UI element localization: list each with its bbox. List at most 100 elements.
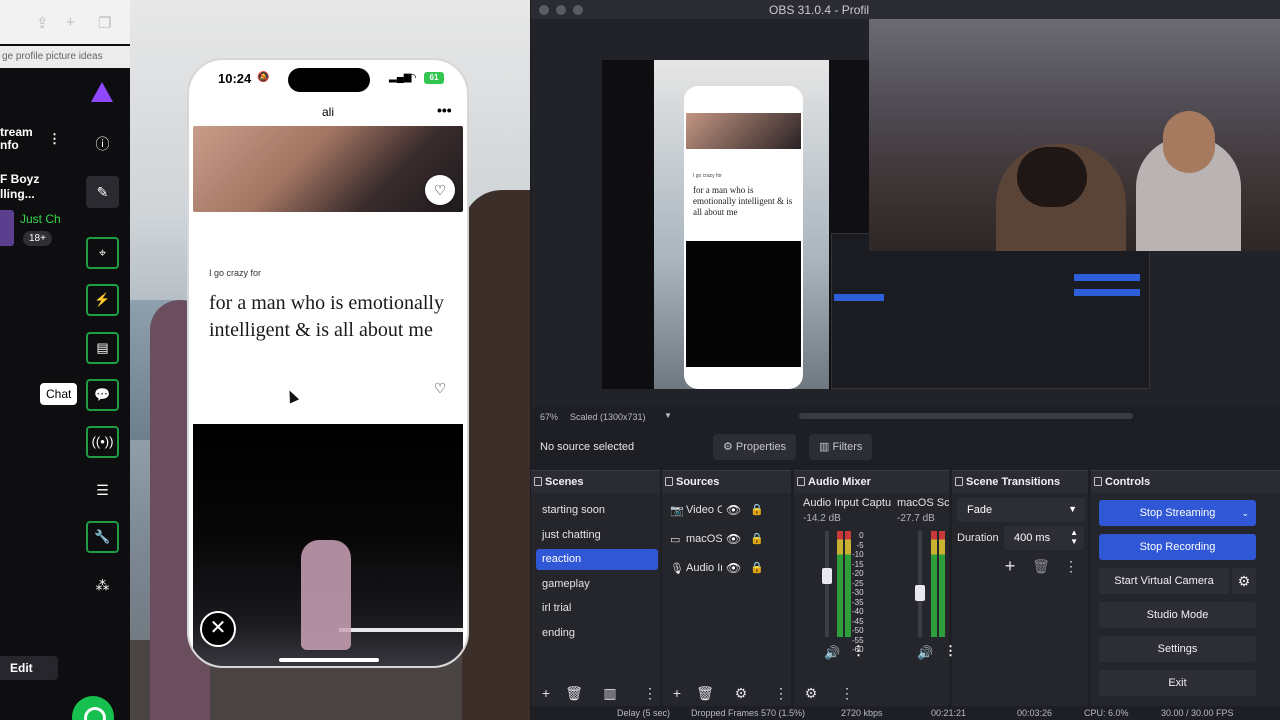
mixer-fader-knob[interactable] — [915, 585, 925, 602]
share-nodes-icon[interactable]: ⁂ — [86, 569, 119, 601]
obs-window: OBS 31.0.4 - Profil I go crazy for for a… — [531, 0, 1280, 720]
start-virtual-camera-button[interactable]: Start Virtual Camera — [1099, 568, 1229, 594]
headset-button[interactable] — [72, 696, 114, 720]
lightning-icon[interactable]: ⚡ — [86, 284, 119, 316]
browser-tab-title[interactable]: ge profile picture ideas — [0, 46, 130, 68]
speaker-icon[interactable]: 🔊 — [917, 645, 933, 661]
audio-mixer-dock: Audio Mixer Audio Input Captu -14.2 dB 0… — [794, 470, 957, 706]
share-icon[interactable]: ⇪ — [36, 14, 49, 32]
mixer-fader-track[interactable] — [918, 531, 922, 637]
filters-button[interactable]: ▥ Filters — [809, 434, 873, 460]
like-prompt-button[interactable]: ♡ — [425, 373, 455, 403]
source-settings-icon[interactable]: ⚙ — [732, 684, 750, 702]
scene-item[interactable]: just chatting — [536, 525, 658, 546]
tabs-icon[interactable]: ❐ — [98, 14, 111, 32]
screen: ⇪ + ❐ ge profile picture ideas tream nfo… — [0, 0, 1280, 720]
properties-button[interactable]: ⚙ Properties — [713, 434, 797, 460]
scene-item[interactable]: irl trial — [536, 598, 658, 619]
add-source-icon[interactable]: + — [668, 684, 686, 702]
chat-icon[interactable]: 💬 — [86, 379, 119, 411]
mixer-channel-menu-icon[interactable]: ⋮ — [852, 643, 865, 659]
settings-button[interactable]: Settings — [1099, 636, 1256, 662]
source-menu-icon[interactable]: ⋮ — [772, 684, 790, 702]
no-source-label: No source selected — [540, 441, 635, 453]
info-icon[interactable]: ⓘ — [86, 128, 119, 160]
duration-input[interactable]: 400 ms ▲ ▼ — [1004, 526, 1084, 550]
scene-item[interactable]: ending — [536, 623, 658, 644]
wrench-icon[interactable]: 🔧 — [86, 521, 119, 553]
stop-streaming-button[interactable]: Stop Streaming ⌄ — [1099, 500, 1256, 526]
preview-phone-dark-photo — [686, 241, 801, 367]
minimize-window-icon[interactable] — [556, 5, 566, 15]
mixer-channel-name: Audio Input Captu — [803, 497, 891, 509]
wifi-icon: ◠ — [407, 72, 417, 84]
visibility-eye-icon[interactable]: 👁 — [726, 561, 741, 575]
mixer-settings-icon[interactable]: ⚙ — [802, 684, 820, 702]
like-photo-button[interactable]: ♡ — [425, 175, 455, 205]
lock-icon[interactable]: 🔒 — [750, 561, 764, 574]
dock-icon — [534, 477, 542, 486]
notes-icon[interactable]: ▤ — [86, 332, 119, 364]
exit-button[interactable]: Exit — [1099, 670, 1256, 696]
category-name[interactable]: Just Ch — [20, 212, 61, 226]
twitch-logo-icon[interactable] — [91, 82, 113, 102]
lock-icon[interactable]: 🔒 — [750, 532, 764, 545]
mixer-fader-knob[interactable] — [822, 568, 832, 585]
capture-icon[interactable]: ⌖ — [86, 237, 119, 269]
close-window-icon[interactable] — [539, 5, 549, 15]
source-item[interactable]: 📷 Video C 👁 🔒 — [670, 501, 790, 521]
profile-photo-top[interactable] — [193, 126, 463, 212]
scene-item[interactable]: reaction — [536, 549, 658, 570]
webcam-person-right-face — [1163, 111, 1215, 173]
broadcast-icon[interactable]: ((•)) — [86, 426, 119, 458]
layout-icon[interactable]: ☰ — [86, 474, 119, 506]
obs-preview[interactable]: I go crazy for for a man who is emotiona… — [531, 19, 1280, 407]
remove-scene-icon[interactable]: 🗑 — [565, 684, 583, 702]
source-name: Video C — [686, 504, 722, 516]
remove-source-icon[interactable]: 🗑 — [696, 684, 714, 702]
more-options-icon[interactable]: ••• — [437, 102, 452, 118]
source-item[interactable]: ▭ macOS 👁 🔒 — [670, 530, 790, 550]
dock-icon — [797, 477, 805, 486]
mixer-scale-tick: 0 — [859, 531, 864, 540]
scene-item[interactable]: gameplay — [536, 574, 658, 595]
add-transition-icon[interactable]: + — [1001, 557, 1019, 575]
mixer-scale-tick: -45 — [852, 616, 864, 626]
stepper-icon[interactable]: ▲ ▼ — [1070, 528, 1078, 546]
obs-status-bar: Delay (5 sec) Dropped Frames 570 (1.5%) … — [531, 706, 1280, 720]
remove-transition-icon[interactable]: 🗑 — [1032, 557, 1050, 575]
stream-manager-panel: ⇪ + ❐ ge profile picture ideas tream nfo… — [0, 0, 130, 720]
visibility-eye-icon[interactable]: 👁 — [726, 503, 741, 517]
source-item[interactable]: 🎙 Audio Ir 👁 🔒 — [670, 559, 790, 579]
virtual-camera-settings-icon[interactable]: ⚙ — [1232, 568, 1256, 594]
stop-recording-button[interactable]: Stop Recording — [1099, 534, 1256, 560]
pencil-icon[interactable]: ✎ — [86, 176, 119, 208]
studio-mode-button[interactable]: Studio Mode — [1099, 602, 1256, 628]
scene-menu-icon[interactable]: ⋮ — [641, 684, 659, 702]
phone-mirror: 10:24 🔕 ▂▄▆ ◠ 61 ali ••• ♡ I go crazy fo… — [187, 58, 469, 668]
edit-button[interactable]: Edit — [0, 656, 58, 680]
mixer-scale-tick: -5 — [856, 540, 864, 550]
stream-time-status: 00:21:21 — [931, 708, 967, 718]
transition-select[interactable]: Fade ▼ — [957, 498, 1085, 522]
speaker-icon[interactable]: 🔊 — [824, 645, 840, 661]
filter-scene-icon[interactable]: ▥ — [601, 684, 619, 702]
chevron-down-icon[interactable]: ⌄ — [1241, 500, 1249, 526]
mixer-menu-icon[interactable]: ⋮ — [838, 684, 856, 702]
transition-menu-icon[interactable]: ⋮ — [1062, 557, 1080, 575]
maximize-window-icon[interactable] — [573, 5, 583, 15]
lock-icon[interactable]: 🔒 — [750, 503, 764, 516]
close-button[interactable]: ✕ — [200, 611, 236, 647]
mixer-channel-name: macOS Scre — [897, 497, 949, 509]
new-tab-icon[interactable]: + — [66, 14, 75, 31]
scale-dropdown-icon[interactable]: ▼ — [664, 411, 672, 420]
dock-icon — [955, 477, 963, 486]
add-scene-icon[interactable]: + — [537, 684, 555, 702]
properties-label: Properties — [735, 441, 787, 453]
delay-status: Delay (5 sec) — [617, 708, 671, 718]
scenes-toolbar: + 🗑 ▥ ⋮ — [531, 678, 660, 706]
preview-scrollbar[interactable] — [799, 413, 1133, 419]
stream-info-menu-icon[interactable]: ⋮ — [48, 131, 61, 147]
visibility-eye-icon[interactable]: 👁 — [726, 532, 741, 546]
scene-item[interactable]: starting soon — [536, 500, 658, 521]
